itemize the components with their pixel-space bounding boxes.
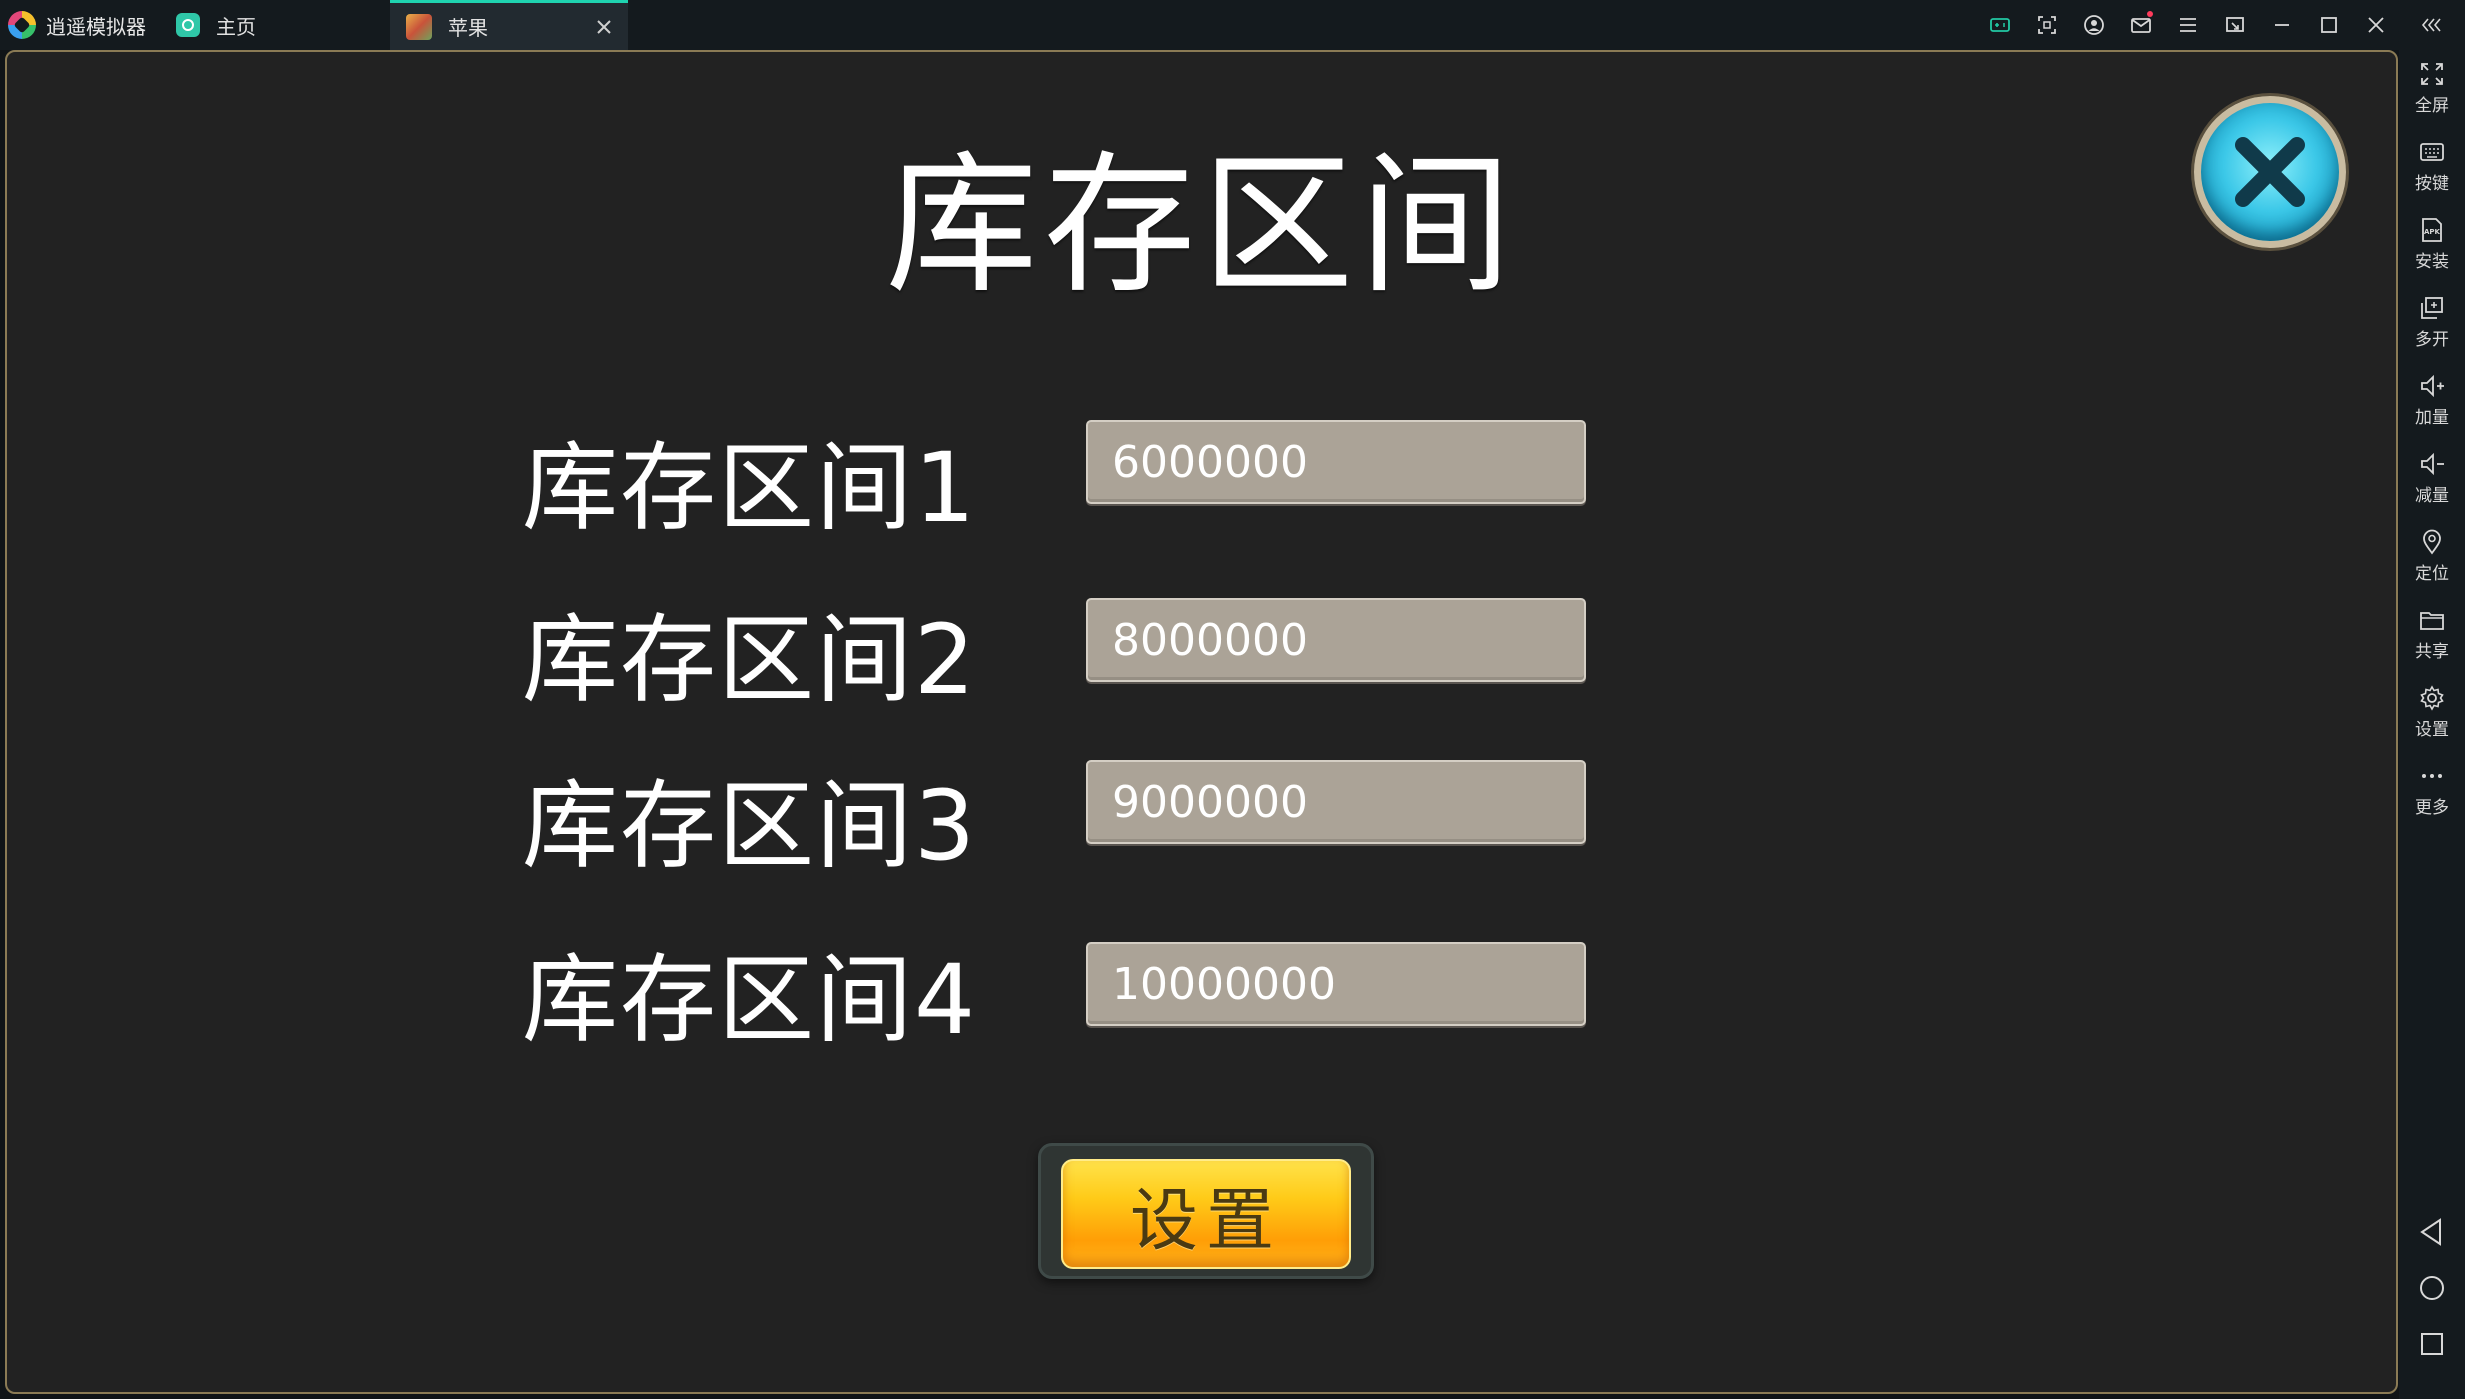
sidebar-label: 安装	[2415, 252, 2449, 272]
volume-down-icon	[2421, 452, 2444, 476]
range-label-4: 库存区间4	[522, 944, 978, 1056]
tab-game[interactable]: 苹果	[390, 0, 628, 50]
game-tab-icon	[406, 13, 432, 40]
gear-icon	[2420, 685, 2444, 711]
collapse-sidebar-button[interactable]	[2399, 0, 2465, 50]
sidebar-item-fullscreen[interactable]: 全屏	[2399, 52, 2465, 126]
volume-up-icon	[2421, 374, 2444, 398]
recents-icon[interactable]	[2416, 1328, 2448, 1360]
folder-icon	[2420, 612, 2444, 630]
sidebar-label: 多开	[2415, 330, 2449, 350]
restore-small-icon	[2225, 17, 2244, 32]
sidebar-item-location[interactable]: 定位	[2399, 520, 2465, 594]
menu-icon	[2179, 18, 2196, 32]
tab-home-label: 主页	[216, 14, 256, 39]
game-viewport: 库存区间 库存区间1 6000000 库存区间2 8000000 库存区间3 9…	[5, 50, 2398, 1394]
tab-close-icon[interactable]	[594, 17, 614, 37]
screenshot-icon	[2037, 16, 2056, 34]
more-icon	[2422, 774, 2442, 778]
screenshot-button[interactable]	[2023, 0, 2070, 50]
sidebar-item-volume-up[interactable]: 加量	[2399, 364, 2465, 438]
app-logo-icon	[8, 11, 36, 39]
set-button[interactable]: 设置	[1061, 1159, 1351, 1269]
sidebar-label: 全屏	[2415, 96, 2449, 116]
keymap-button[interactable]	[1976, 0, 2023, 50]
title-bar: 逍遥模拟器 主页 苹果	[0, 0, 2465, 50]
apk-install-icon: APK	[2422, 218, 2442, 242]
location-icon	[2423, 529, 2441, 555]
window-controls	[1976, 0, 2465, 50]
sidebar-label: 设置	[2415, 720, 2449, 740]
back-icon[interactable]	[2416, 1216, 2448, 1248]
notification-dot	[2147, 11, 2153, 17]
account-button[interactable]	[2070, 0, 2117, 50]
app-name: 逍遥模拟器	[46, 14, 146, 39]
range-label-1: 库存区间1	[522, 432, 978, 544]
sidebar-label: 共享	[2415, 642, 2449, 662]
right-toolbar: 全屏 按键 APK 安装 多开 加量 减量 定位 共享 设置 更多	[2399, 50, 2465, 1399]
close-icon	[2235, 137, 2305, 207]
sidebar-label: 按键	[2415, 174, 2449, 194]
maximize-button[interactable]	[2305, 0, 2352, 50]
fullscreen-icon	[2421, 63, 2443, 85]
close-icon	[2367, 17, 2384, 33]
tab-game-label: 苹果	[448, 16, 488, 40]
svg-text:APK: APK	[2424, 228, 2441, 236]
range-input-4[interactable]: 10000000	[1086, 942, 1586, 1026]
mini-window-button[interactable]	[2211, 0, 2258, 50]
mail-icon	[2130, 18, 2151, 33]
sidebar-item-multi[interactable]: 多开	[2399, 286, 2465, 360]
home-tab-icon	[176, 13, 200, 37]
sidebar-item-install[interactable]: APK 安装	[2399, 208, 2465, 282]
close-dialog-button[interactable]	[2194, 96, 2346, 248]
range-input-1[interactable]: 6000000	[1086, 420, 1586, 504]
sidebar-item-more[interactable]: 更多	[2399, 754, 2465, 828]
keymap-icon	[1989, 18, 2010, 32]
close-window-button[interactable]	[2352, 0, 2399, 50]
maximize-icon	[2320, 17, 2337, 33]
multi-instance-icon	[2421, 297, 2443, 319]
home-icon[interactable]	[2416, 1272, 2448, 1304]
range-label-2: 库存区间2	[522, 604, 978, 716]
menu-button[interactable]	[2164, 0, 2211, 50]
tab-home[interactable]: 主页	[160, 0, 390, 50]
sidebar-item-settings[interactable]: 设置	[2399, 676, 2465, 750]
sidebar-item-share[interactable]: 共享	[2399, 598, 2465, 672]
minimize-button[interactable]	[2258, 0, 2305, 50]
mail-button[interactable]	[2117, 0, 2164, 50]
sidebar-label: 定位	[2415, 564, 2449, 584]
app-brand: 逍遥模拟器	[0, 0, 160, 50]
range-input-3[interactable]: 9000000	[1086, 760, 1586, 844]
keyboard-icon	[2420, 143, 2444, 161]
range-input-2[interactable]: 8000000	[1086, 598, 1586, 682]
minimize-icon	[2274, 24, 2289, 26]
page-title: 库存区间	[885, 137, 1518, 314]
sidebar-item-keymap[interactable]: 按键	[2399, 130, 2465, 204]
range-label-3: 库存区间3	[522, 770, 978, 882]
collapse-icon	[2421, 18, 2441, 32]
set-button-frame: 设置	[1038, 1143, 1374, 1279]
sidebar-label: 减量	[2415, 486, 2449, 506]
sidebar-label: 加量	[2415, 408, 2449, 428]
account-icon	[2083, 15, 2104, 35]
sidebar-item-volume-down[interactable]: 减量	[2399, 442, 2465, 516]
sidebar-label: 更多	[2415, 798, 2449, 818]
